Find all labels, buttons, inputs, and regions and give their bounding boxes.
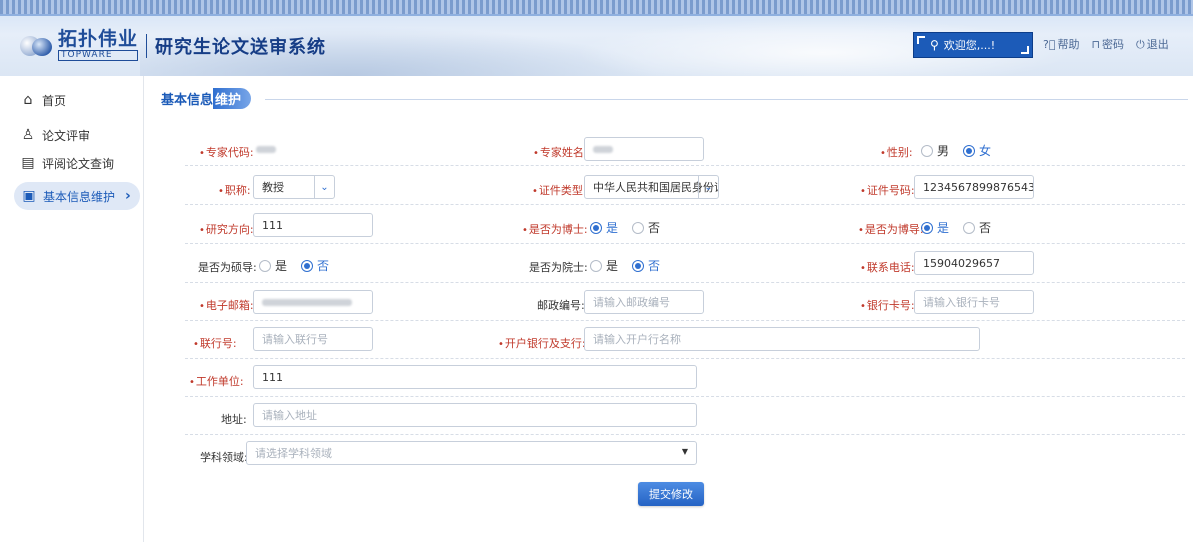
phd-supervisor-no-radio[interactable]: 否 bbox=[963, 219, 991, 236]
logout-link[interactable]: ⏻ 退出 bbox=[1136, 36, 1169, 52]
email-field[interactable] bbox=[253, 290, 373, 314]
id-type-select[interactable]: 中华人民共和国居民身份证 ⌄ bbox=[584, 175, 719, 199]
logo-icon bbox=[20, 34, 54, 58]
is-master-supervisor-label: 是否为硕导: bbox=[198, 261, 257, 274]
email-label: 电子邮箱: bbox=[199, 297, 254, 313]
chevron-right-icon: › bbox=[125, 188, 131, 204]
postcode-label: 邮政编号: bbox=[537, 299, 585, 312]
row-divider bbox=[185, 434, 1185, 435]
phone-field[interactable]: 15904029657 bbox=[914, 251, 1034, 275]
help-icon: ?⃝ bbox=[1043, 38, 1056, 51]
discipline-label: 学科领域: bbox=[200, 451, 248, 464]
gender-male-radio[interactable]: 男 bbox=[921, 142, 949, 159]
work-unit-label: 工作单位: bbox=[189, 373, 244, 389]
caret-down-icon: ▼ bbox=[681, 447, 688, 456]
power-icon: ⏻ bbox=[1136, 38, 1145, 51]
academician-yes-radio[interactable]: 是 bbox=[590, 257, 618, 274]
user-greeting-box[interactable]: ⚲ 欢迎您,...! bbox=[913, 32, 1033, 58]
title-label: 职称: bbox=[218, 182, 251, 198]
is-phd-yes-radio[interactable]: 是 bbox=[590, 219, 618, 236]
phone-label: 联系电话: bbox=[860, 259, 915, 275]
is-academician-radio-group: 是 否 bbox=[590, 257, 674, 274]
is-phd-radio-group: 是 否 bbox=[590, 219, 674, 236]
bank-code-field[interactable]: 请输入联行号 bbox=[253, 327, 373, 351]
is-master-supervisor-radio-group: 是 否 bbox=[259, 257, 343, 274]
academician-no-radio[interactable]: 否 bbox=[632, 257, 660, 274]
logo-chinese-text: 拓扑伟业 bbox=[58, 28, 139, 50]
bank-code-label: 联行号: bbox=[193, 335, 237, 351]
is-academician-label: 是否为院士: bbox=[529, 261, 588, 274]
is-phd-supervisor-label: 是否为博导: bbox=[858, 221, 924, 237]
row-divider bbox=[185, 358, 1185, 359]
sidebar-item-query[interactable]: ▤ 评阅论文查询 bbox=[20, 151, 114, 175]
brand-logo: 拓扑伟业 TOPWARE 研究生论文送审系统 bbox=[20, 30, 326, 61]
is-phd-supervisor-radio-group: 是 否 bbox=[921, 219, 1005, 236]
chevron-down-icon: ⌄ bbox=[698, 176, 718, 198]
document-search-icon: ▤ bbox=[21, 155, 35, 171]
id-number-label: 证件号码: bbox=[860, 182, 915, 198]
gender-label: 性别: bbox=[880, 144, 913, 160]
research-field[interactable]: 111 bbox=[253, 213, 373, 237]
master-supervisor-no-radio[interactable]: 否 bbox=[301, 257, 329, 274]
address-label: 地址: bbox=[221, 413, 247, 426]
header-divider bbox=[0, 14, 1193, 16]
submit-button[interactable]: 提交修改 bbox=[638, 482, 704, 506]
title-select[interactable]: 教授 ⌄ bbox=[253, 175, 335, 199]
app-header: 拓扑伟业 TOPWARE 研究生论文送审系统 ⚲ 欢迎您,...! ?⃝ 帮助 ⊓… bbox=[0, 0, 1193, 76]
section-title: 基本信息 维护 bbox=[161, 88, 252, 109]
section-divider bbox=[265, 99, 1188, 100]
expert-code-value bbox=[256, 146, 276, 153]
help-link[interactable]: ?⃝ 帮助 bbox=[1043, 36, 1079, 52]
row-divider bbox=[185, 396, 1185, 397]
logo-separator bbox=[146, 33, 148, 58]
header-links: ?⃝ 帮助 ⊓ 密码 ⏻ 退出 bbox=[1043, 36, 1169, 52]
lock-icon: ⊓ bbox=[1091, 38, 1101, 51]
gender-female-radio[interactable]: 女 bbox=[963, 142, 991, 159]
user-greeting: 欢迎您,...! bbox=[943, 39, 996, 52]
gender-radio-group: 男 女 bbox=[921, 142, 1005, 159]
expert-code-label: 专家代码: bbox=[199, 144, 254, 160]
row-divider bbox=[185, 282, 1185, 283]
sidebar-item-review[interactable]: ♙ 论文评审 bbox=[20, 123, 90, 147]
chevron-down-icon: ⌄ bbox=[314, 176, 334, 198]
bank-branch-field[interactable]: 请输入开户行名称 bbox=[584, 327, 980, 351]
postcode-field[interactable]: 请输入邮政编号 bbox=[584, 290, 704, 314]
id-number-field[interactable]: 123456789987654321 bbox=[914, 175, 1034, 199]
work-unit-field[interactable]: 111 bbox=[253, 365, 697, 389]
bank-card-label: 银行卡号: bbox=[860, 297, 915, 313]
info-maintain-icon: ▣ bbox=[22, 188, 36, 204]
research-label: 研究方向: bbox=[199, 221, 254, 237]
expert-name-label: 专家姓名: bbox=[533, 144, 588, 160]
bank-card-field[interactable]: 请输入银行卡号 bbox=[914, 290, 1034, 314]
home-icon: ⌂ bbox=[23, 92, 33, 108]
row-divider bbox=[185, 243, 1185, 244]
sidebar: ⌂ 首页 ♙ 论文评审 ▤ 评阅论文查询 ▣ 基本信息维护 › bbox=[0, 76, 144, 542]
bank-branch-label: 开户银行及支行: bbox=[498, 335, 586, 351]
user-icon: ⚲ bbox=[930, 38, 939, 52]
address-field[interactable]: 请输入地址 bbox=[253, 403, 697, 427]
password-link[interactable]: ⊓ 密码 bbox=[1091, 36, 1124, 52]
row-divider bbox=[185, 320, 1185, 321]
header-pattern bbox=[0, 0, 1193, 14]
master-supervisor-yes-radio[interactable]: 是 bbox=[259, 257, 287, 274]
expert-name-field[interactable] bbox=[584, 137, 704, 161]
is-phd-label: 是否为博士: bbox=[522, 221, 588, 237]
phd-supervisor-yes-radio[interactable]: 是 bbox=[921, 219, 949, 236]
logo-english-text: TOPWARE bbox=[58, 50, 139, 61]
is-phd-no-radio[interactable]: 否 bbox=[632, 219, 660, 236]
sidebar-item-info[interactable]: ▣ 基本信息维护 › bbox=[14, 182, 140, 210]
sidebar-item-home[interactable]: ⌂ 首页 bbox=[20, 88, 66, 112]
discipline-select[interactable]: 请选择学科领域 ▼ bbox=[246, 441, 697, 465]
id-type-label: 证件类型: bbox=[532, 182, 587, 198]
row-divider bbox=[185, 204, 1185, 205]
row-divider bbox=[185, 165, 1185, 166]
user-review-icon: ♙ bbox=[21, 127, 35, 143]
system-title: 研究生论文送审系统 bbox=[155, 36, 327, 58]
